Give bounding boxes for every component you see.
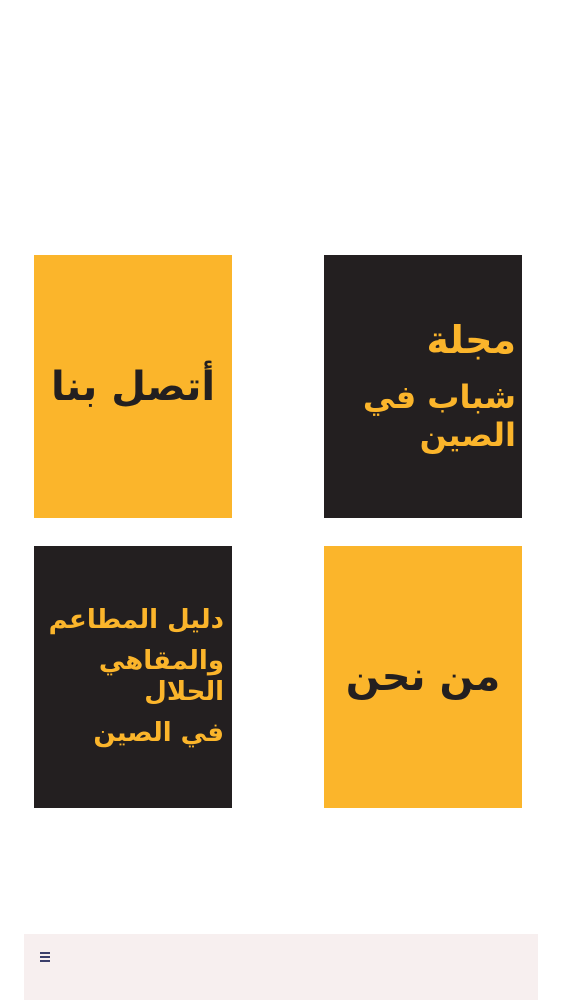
- magazine-tile[interactable]: مجلة شباب في الصين: [324, 255, 522, 518]
- contact-us-label: أتصل بنا: [50, 363, 216, 410]
- hamburger-menu-icon[interactable]: [40, 952, 54, 966]
- about-us-label: من نحن: [345, 654, 501, 700]
- guide-line-2: والمقاهي الحلال: [98, 645, 224, 707]
- guide-line-1: دليل المطاعم: [48, 604, 224, 635]
- home-screen: أتصل بنا مجلة شباب في الصين دليل المطاعم…: [0, 0, 563, 1000]
- magazine-title: مجلة: [426, 318, 516, 363]
- contact-us-tile[interactable]: أتصل بنا: [34, 255, 232, 518]
- bottom-bar: [24, 934, 538, 1000]
- halal-guide-tile[interactable]: دليل المطاعم والمقاهي الحلال في الصين: [34, 546, 232, 808]
- guide-line-3: في الصين: [93, 718, 224, 749]
- about-us-tile[interactable]: من نحن: [324, 546, 522, 808]
- magazine-subtitle: شباب في الصين: [362, 377, 516, 455]
